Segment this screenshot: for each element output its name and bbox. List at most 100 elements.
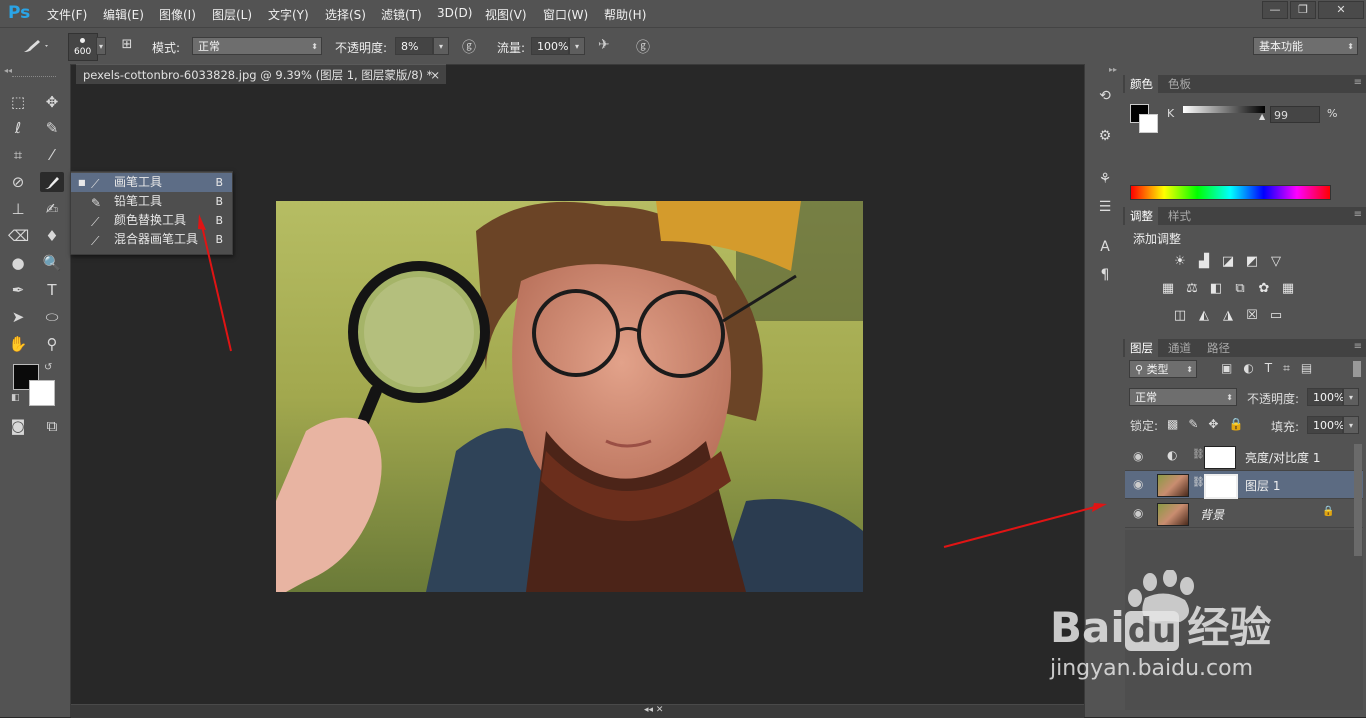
pressure-opacity-icon[interactable]: ⓖ <box>462 37 476 57</box>
flyout-item-pencil[interactable]: ✎ 铅笔工具 B <box>71 192 232 211</box>
history-brush-tool-icon[interactable]: ✍ <box>42 199 62 219</box>
history-panel-icon[interactable]: ⟲ <box>1096 88 1114 106</box>
layer-mask-thumbnail[interactable] <box>1204 446 1236 469</box>
paragraph-panel-icon[interactable]: ¶ <box>1096 267 1114 285</box>
clone-stamp-tool-icon[interactable]: ⊥ <box>8 199 28 219</box>
tab-channels[interactable]: 通道 <box>1163 339 1196 357</box>
path-selection-tool-icon[interactable]: ➤ <box>8 307 28 327</box>
tab-adjustments[interactable]: 调整 <box>1125 207 1158 225</box>
collapse-toolbox-icon[interactable]: ◂◂ <box>4 66 12 75</box>
invert-icon[interactable]: ◫ <box>1172 309 1188 323</box>
threshold-icon[interactable]: ◮ <box>1220 309 1236 323</box>
type-tool-icon[interactable]: T <box>42 280 62 300</box>
menu-select[interactable]: 选择(S) <box>325 6 366 23</box>
screen-mode-icon[interactable]: ⧉ <box>42 416 62 436</box>
tab-styles[interactable]: 样式 <box>1163 207 1196 225</box>
photo-filter-icon[interactable]: ⧉ <box>1232 282 1248 296</box>
flyout-item-mixer-brush[interactable]: ⟋ 混合器画笔工具 B <box>71 230 232 249</box>
lasso-tool-icon[interactable]: ℓ <box>8 118 28 138</box>
filter-toggle-switch[interactable] <box>1353 361 1361 377</box>
brush-presets-icon[interactable]: ⚘ <box>1096 171 1114 189</box>
character-panel-icon[interactable]: A <box>1096 239 1114 257</box>
workspace-select[interactable]: 基本功能 ⬍ <box>1253 37 1358 55</box>
brush-tool-icon[interactable] <box>40 172 64 192</box>
pen-tool-icon[interactable]: ✒ <box>8 280 28 300</box>
opacity-dropdown-arrow[interactable]: ▾ <box>433 37 449 55</box>
properties-panel-icon[interactable]: ⚙ <box>1096 128 1114 146</box>
layer-row-layer1[interactable]: ◉ ⛓ 图层 1 <box>1125 471 1363 499</box>
menu-window[interactable]: 窗口(W) <box>543 6 588 23</box>
menu-layer[interactable]: 图层(L) <box>212 6 252 23</box>
visibility-eye-icon[interactable]: ◉ <box>1133 477 1143 491</box>
brush-size-dropdown-arrow[interactable]: ▾ <box>96 37 106 55</box>
airbrush-icon[interactable]: ✈ <box>598 37 610 53</box>
tool-preset-picker[interactable] <box>20 36 50 56</box>
layer-row-background[interactable]: ◉ 背景 🔒 <box>1125 500 1363 528</box>
k-value-input[interactable]: 99 <box>1270 106 1320 123</box>
fill-dropdown-arrow[interactable]: ▾ <box>1343 416 1359 434</box>
visibility-eye-icon[interactable]: ◉ <box>1133 449 1143 463</box>
menu-view[interactable]: 视图(V) <box>485 6 527 23</box>
slider-thumb-icon[interactable]: ▲ <box>1259 112 1265 121</box>
quick-mask-icon[interactable]: ◙ <box>8 416 28 436</box>
tab-color[interactable]: 颜色 <box>1125 75 1158 93</box>
expand-dock-icon[interactable]: ▸▸ <box>1109 65 1117 74</box>
menu-file[interactable]: 文件(F) <box>47 6 87 23</box>
menu-image[interactable]: 图像(I) <box>159 6 196 23</box>
menu-help[interactable]: 帮助(H) <box>604 6 646 23</box>
paint-bucket-tool-icon[interactable]: ♦ <box>42 226 62 246</box>
layer-filter-icons[interactable]: ▣◐T⌗▤ <box>1221 361 1323 376</box>
healing-brush-tool-icon[interactable]: ⊘ <box>8 172 28 192</box>
tab-swatches[interactable]: 色板 <box>1163 75 1196 93</box>
brush-size-picker[interactable]: 600 <box>68 33 98 61</box>
marquee-tool-icon[interactable]: ⬚ <box>8 92 28 112</box>
channel-mixer-icon[interactable]: ✿ <box>1256 282 1272 296</box>
pressure-size-icon[interactable]: ⓖ <box>636 37 650 57</box>
ellipse-tool-icon[interactable]: ⬭ <box>42 307 62 327</box>
flow-dropdown-arrow[interactable]: ▾ <box>569 37 585 55</box>
gradient-map-icon[interactable]: ▭ <box>1268 309 1284 323</box>
menu-filter[interactable]: 滤镜(T) <box>381 6 422 23</box>
restore-button[interactable]: ❐ <box>1290 1 1316 19</box>
crop-tool-icon[interactable]: ⌗ <box>8 145 28 165</box>
color-spectrum-ramp[interactable] <box>1130 185 1331 200</box>
posterize-icon[interactable]: ◭ <box>1196 309 1212 323</box>
flow-input[interactable]: 100% <box>531 37 569 55</box>
menu-type[interactable]: 文字(Y) <box>268 6 309 23</box>
layer-mask-thumbnail[interactable] <box>1204 474 1238 499</box>
blend-mode-select[interactable]: 正常 ⬍ <box>1129 388 1237 406</box>
panel-menu-icon[interactable]: ≡ <box>1354 77 1362 88</box>
hand-tool-icon[interactable]: ✋ <box>8 334 28 354</box>
blur-tool-icon[interactable]: ● <box>8 253 28 273</box>
background-color-swatch[interactable] <box>29 380 55 406</box>
levels-icon[interactable]: ▟ <box>1196 255 1212 269</box>
layers-scrollbar[interactable] <box>1354 444 1362 556</box>
zoom-tool-icon[interactable]: ⚲ <box>42 334 62 354</box>
flyout-item-color-replace[interactable]: ⟋ 颜色替换工具 B <box>71 211 232 230</box>
layer-filter-select[interactable]: ⚲ 类型 ⬍ <box>1129 360 1197 378</box>
k-slider[interactable] <box>1183 106 1265 113</box>
canvas-image[interactable] <box>276 201 863 592</box>
document-tab[interactable]: pexels-cottonbro-6033828.jpg @ 9.39% (图层… <box>76 64 446 84</box>
tab-paths[interactable]: 路径 <box>1202 339 1235 357</box>
swap-colors-icon[interactable]: ↺ <box>44 362 52 373</box>
toolbox-grip[interactable] <box>12 76 56 80</box>
lock-icons[interactable]: ▩✎✥🔒 <box>1167 417 1253 431</box>
panel-menu-icon[interactable]: ≡ <box>1354 341 1362 352</box>
brush-settings-icon[interactable]: ☰ <box>1096 199 1114 217</box>
eraser-tool-icon[interactable]: ⌫ <box>8 226 29 246</box>
brush-panel-toggle-icon[interactable]: ⊞ <box>118 37 136 55</box>
selective-color-icon[interactable]: ☒ <box>1244 309 1260 323</box>
flyout-item-brush[interactable]: ■ ⟋ 画笔工具 B <box>71 173 232 192</box>
layer-thumbnail[interactable] <box>1157 503 1189 526</box>
dodge-tool-icon[interactable]: 🔍 <box>42 253 62 273</box>
color-background-swatch[interactable] <box>1139 114 1158 133</box>
brightness-contrast-icon[interactable]: ☀ <box>1172 255 1188 269</box>
eyedropper-tool-icon[interactable]: ⁄ <box>42 145 62 165</box>
move-tool-icon[interactable]: ✥ <box>42 92 62 112</box>
opacity-input[interactable]: 8% <box>395 37 433 55</box>
fill-input[interactable]: 100% <box>1307 416 1344 434</box>
minimize-button[interactable]: — <box>1262 1 1288 19</box>
layer-thumbnail[interactable] <box>1157 474 1189 497</box>
menu-3d[interactable]: 3D(D) <box>437 6 472 20</box>
